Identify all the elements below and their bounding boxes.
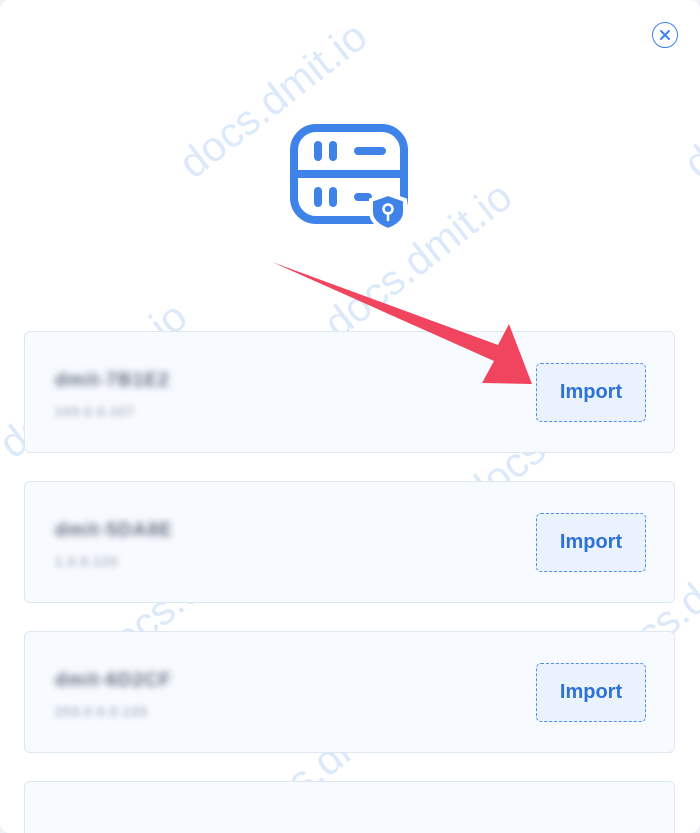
server-list: dmit-7B1E2 103.0.0.107 Import dmit-5DA8E…: [24, 331, 675, 833]
server-card-partial: [24, 781, 675, 833]
server-ip: 203.0.0.0.133: [55, 704, 148, 719]
server-shield-icon: [290, 124, 408, 232]
server-ip: 1.0.0.120: [55, 554, 119, 569]
server-name: dmit-5DA8E: [55, 520, 173, 541]
import-dialog: docs.dmit.io docs.dmit.io docs.dmit.io d…: [0, 0, 700, 833]
close-button[interactable]: [652, 22, 678, 48]
server-card: dmit-6D2CF 203.0.0.0.133 Import: [24, 631, 675, 753]
import-button[interactable]: Import: [536, 363, 646, 422]
import-button[interactable]: Import: [536, 513, 646, 572]
server-card: dmit-5DA8E 1.0.0.120 Import: [24, 481, 675, 603]
server-card: dmit-7B1E2 103.0.0.107 Import: [24, 331, 675, 453]
close-icon: [660, 30, 670, 40]
watermark-8: docs.dmit.io: [675, 12, 700, 188]
import-button[interactable]: Import: [536, 663, 646, 722]
server-ip: 103.0.0.107: [55, 404, 135, 419]
server-name: dmit-6D2CF: [55, 670, 172, 691]
server-name: dmit-7B1E2: [55, 370, 170, 391]
